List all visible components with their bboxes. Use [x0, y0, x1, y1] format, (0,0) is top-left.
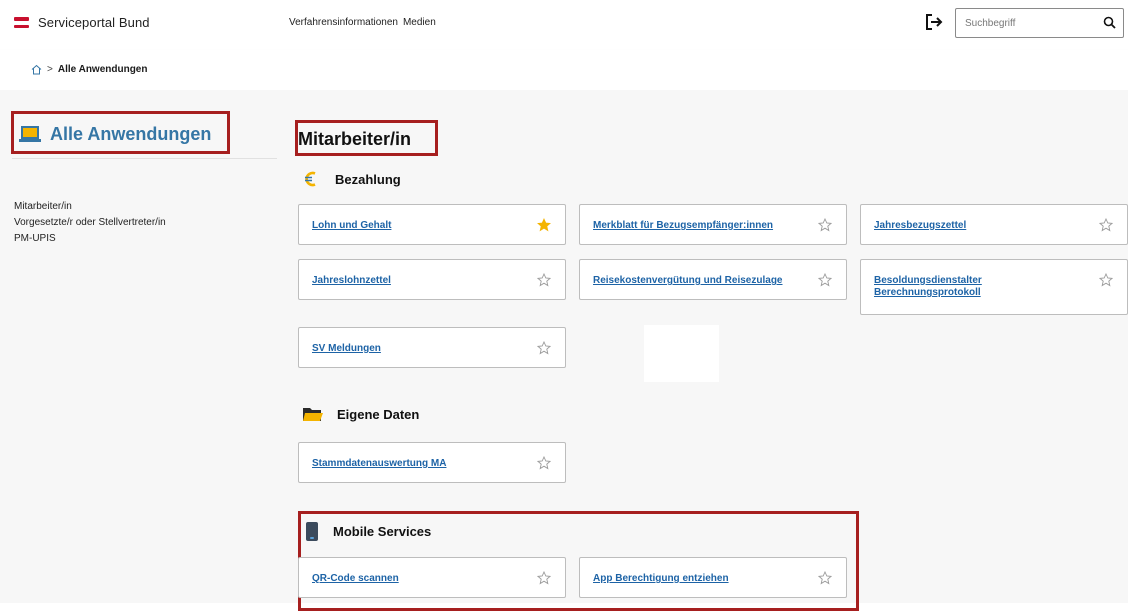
section-heading-mobile-services: Mobile Services	[306, 522, 431, 541]
card-link[interactable]: Reisekostenvergütung und Reisezulage	[593, 275, 783, 287]
logout-icon[interactable]	[924, 12, 944, 32]
sidebar-item-vorgesetzte[interactable]: Vorgesetzte/r oder Stellvertreter/in	[14, 215, 166, 231]
search-box	[955, 8, 1124, 38]
star-outline-icon[interactable]	[818, 571, 832, 585]
blank-placeholder	[644, 325, 719, 382]
breadcrumb-bar: > Alle Anwendungen	[0, 50, 1128, 90]
card-link[interactable]: Jahreslohnzettel	[312, 275, 391, 287]
folder-icon	[303, 408, 323, 421]
card-sv-meldungen[interactable]: SV Meldungen	[298, 327, 566, 368]
card-merkblatt[interactable]: Merkblatt für Bezugsempfänger:innen	[579, 204, 847, 245]
top-header: Serviceportal Bund Verfahrensinformation…	[0, 0, 1128, 46]
breadcrumb-current: Alle Anwendungen	[57, 64, 148, 75]
search-icon[interactable]	[1103, 16, 1117, 30]
top-navigation: Verfahrensinformationen Medien	[289, 17, 436, 28]
card-reisekostenverguetung[interactable]: Reisekostenvergütung und Reisezulage	[579, 259, 847, 300]
star-outline-icon[interactable]	[537, 456, 551, 470]
section-heading-eigene-daten: Eigene Daten	[302, 406, 419, 423]
breadcrumb: > Alle Anwendungen	[31, 64, 147, 75]
card-link[interactable]: QR-Code scannen	[312, 573, 399, 585]
star-outline-icon[interactable]	[537, 341, 551, 355]
star-filled-icon[interactable]	[537, 218, 551, 232]
card-lohn-und-gehalt[interactable]: Lohn und Gehalt	[298, 204, 566, 245]
sidebar-item-mitarbeiter[interactable]: Mitarbeiter/in	[14, 199, 166, 215]
mobile-phone-icon	[306, 522, 318, 541]
card-besoldungsdienstalter[interactable]: Besoldungsdienstalter Berechnungsprotoko…	[860, 259, 1128, 315]
search-input[interactable]	[956, 9, 1096, 37]
star-outline-icon[interactable]	[818, 273, 832, 287]
sidebar-title: Alle Anwendungen	[19, 124, 211, 145]
nav-verfahrensinformationen[interactable]: Verfahrensinformationen	[289, 17, 398, 28]
sidebar-item-pm-upis[interactable]: PM-UPIS	[14, 231, 166, 247]
card-link[interactable]: Jahresbezugszettel	[874, 220, 966, 232]
card-app-berechtigung-entziehen[interactable]: App Berechtigung entziehen	[579, 557, 847, 598]
card-link[interactable]: SV Meldungen	[312, 343, 381, 355]
nav-medien[interactable]: Medien	[403, 17, 436, 28]
card-link[interactable]: Lohn und Gehalt	[312, 220, 391, 232]
logo-text: Serviceportal Bund	[38, 15, 150, 30]
star-outline-icon[interactable]	[537, 571, 551, 585]
card-jahresbezugszettel[interactable]: Jahresbezugszettel	[860, 204, 1128, 245]
home-icon[interactable]	[31, 64, 42, 75]
euro-icon	[305, 171, 316, 187]
star-outline-icon[interactable]	[1099, 273, 1113, 287]
card-link[interactable]: Stammdatenauswertung MA	[312, 458, 446, 470]
card-qr-code-scannen[interactable]: QR-Code scannen	[298, 557, 566, 598]
card-link[interactable]: Merkblatt für Bezugsempfänger:innen	[593, 220, 773, 232]
site-logo[interactable]: Serviceportal Bund	[14, 15, 150, 30]
star-outline-icon[interactable]	[537, 273, 551, 287]
section-heading-bezahlung: Bezahlung	[302, 170, 401, 188]
card-link[interactable]: Besoldungsdienstalter Berechnungsprotoko…	[874, 275, 1074, 299]
laptop-icon	[19, 126, 41, 142]
card-jahreslohnzettel[interactable]: Jahreslohnzettel	[298, 259, 566, 300]
page-title: Mitarbeiter/in	[298, 129, 412, 149]
austria-flag-icon	[14, 17, 29, 28]
sidebar-divider	[12, 158, 277, 159]
sidebar-nav: Mitarbeiter/in Vorgesetzte/r oder Stellv…	[14, 199, 166, 247]
card-link[interactable]: App Berechtigung entziehen	[593, 573, 729, 585]
star-outline-icon[interactable]	[1099, 218, 1113, 232]
card-stammdatenauswertung[interactable]: Stammdatenauswertung MA	[298, 442, 566, 483]
star-outline-icon[interactable]	[818, 218, 832, 232]
breadcrumb-separator: >	[47, 64, 53, 75]
